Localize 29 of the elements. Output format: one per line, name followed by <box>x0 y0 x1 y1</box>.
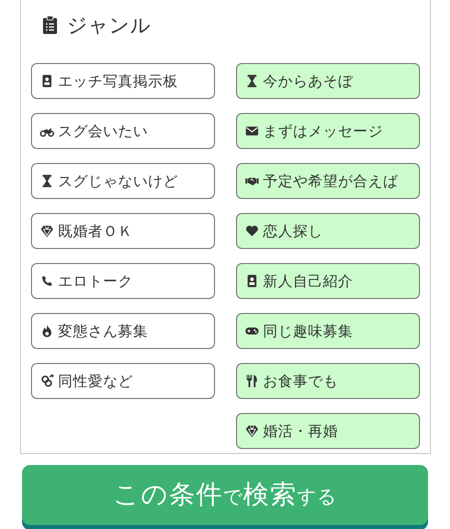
genre-button[interactable]: 予定や希望が合えば <box>236 163 420 199</box>
flame-icon <box>40 324 54 338</box>
genre-button[interactable]: 変態さん募集 <box>31 313 215 349</box>
genre-button[interactable]: まずはメッセージ <box>236 113 420 149</box>
heart-icon <box>245 224 259 238</box>
gender-icon <box>40 374 54 388</box>
genre-button[interactable]: エッチ写真掲示板 <box>31 63 215 99</box>
id-card-icon <box>245 274 259 288</box>
genre-button[interactable]: 新人自己紹介 <box>236 263 420 299</box>
genre-button[interactable]: スグ会いたい <box>31 113 215 149</box>
gem-icon <box>245 424 259 438</box>
gem-icon <box>40 224 54 238</box>
id-card-icon <box>40 74 54 88</box>
genre-button[interactable]: 同じ趣味募集 <box>236 313 420 349</box>
genre-button[interactable]: 婚活・再婚 <box>236 413 420 449</box>
section-title: ジャンル <box>67 12 151 38</box>
phone-icon <box>40 274 54 288</box>
envelope-icon <box>245 124 259 138</box>
genre-button[interactable]: お食事でも <box>236 363 420 399</box>
genre-button[interactable]: 今からあそぼ <box>236 63 420 99</box>
genre-button[interactable]: スグじゃないけど <box>31 163 215 199</box>
hourglass-icon <box>40 174 54 188</box>
genre-button[interactable]: 恋人探し <box>236 213 420 249</box>
genre-button[interactable]: 既婚者ＯＫ <box>31 213 215 249</box>
utensils-icon <box>245 374 259 388</box>
genre-button[interactable]: 同性愛など <box>31 363 215 399</box>
genre-button[interactable]: エロトーク <box>31 263 215 299</box>
clipboard-icon <box>43 16 57 34</box>
hourglass-icon <box>245 74 259 88</box>
